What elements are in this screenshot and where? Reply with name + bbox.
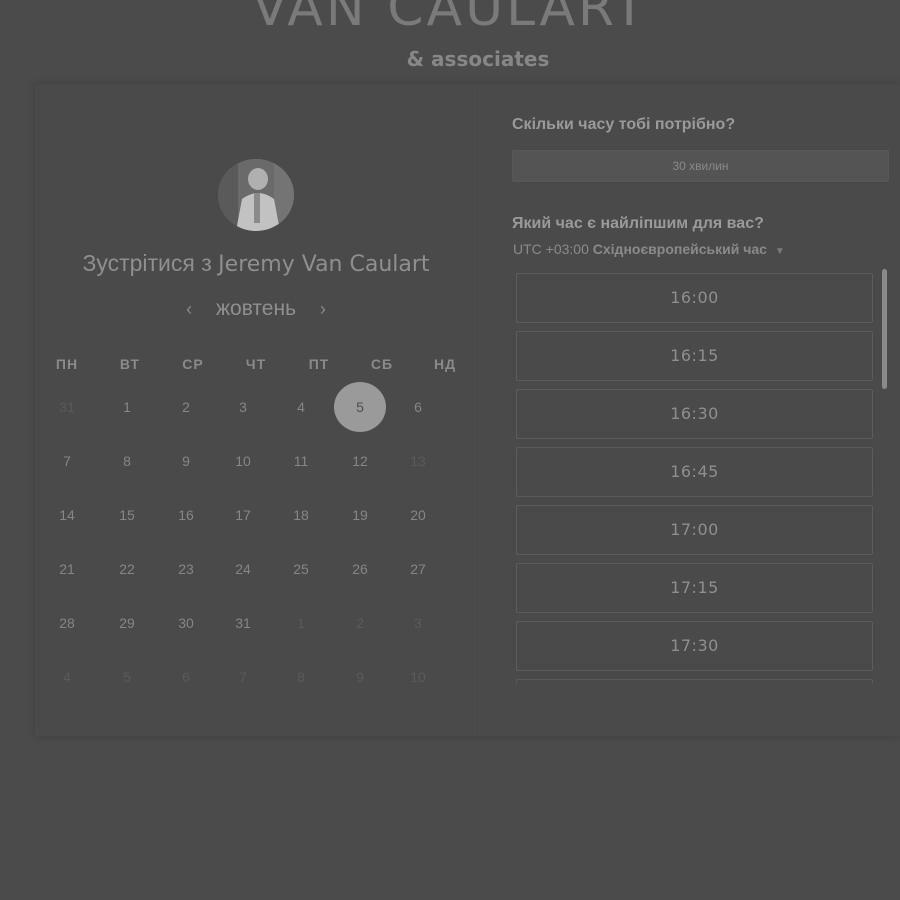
calendar-day: 10 (410, 669, 426, 685)
calendar-panel: Зустрітися з Jeremy Van Caulart ‹ жовтен… (35, 85, 477, 736)
time-slot-button[interactable]: 16:30 (516, 389, 873, 439)
chevron-left-icon[interactable]: ‹ (174, 299, 204, 320)
calendar-day: 3 (414, 615, 422, 631)
calendar-day-selected[interactable]: 5 (334, 382, 386, 432)
calendar-day[interactable]: 30 (166, 613, 206, 633)
weekday-label: ЧТ (245, 356, 267, 372)
calendar-day[interactable]: 16 (166, 505, 206, 525)
caret-down-icon: ▼ (774, 246, 785, 257)
host-avatar (218, 159, 294, 231)
time-panel: Скільки часу тобі потрібно? 30 хвилин Як… (478, 85, 900, 736)
weekday-label: НД (433, 356, 457, 372)
calendar-day[interactable]: 8 (107, 451, 147, 471)
title-prefix: Зустрітися з (82, 250, 212, 276)
calendar-day[interactable]: 4 (281, 397, 321, 417)
brand-title: VAN CAULART (251, 0, 649, 38)
calendar-day: 8 (297, 669, 305, 685)
duration-select[interactable]: 30 хвилин (512, 150, 889, 182)
duration-question: Скільки часу тобі потрібно? (512, 116, 736, 133)
calendar-day[interactable]: 21 (47, 559, 87, 579)
calendar-day[interactable]: 2 (166, 397, 206, 417)
calendar-day[interactable]: 20 (398, 505, 438, 525)
calendar-day[interactable]: 1 (107, 397, 147, 417)
calendar-day[interactable]: 27 (398, 559, 438, 579)
weekday-label: ПТ (308, 356, 330, 372)
booking-card: Зустрітися з Jeremy Van Caulart ‹ жовтен… (35, 84, 900, 736)
weekday-label: ПН (55, 356, 79, 372)
calendar-day: 9 (356, 669, 364, 685)
calendar-day[interactable]: 24 (223, 559, 263, 579)
calendar-day[interactable]: 6 (398, 397, 438, 417)
time-slot-list: 16:00 16:15 16:30 16:45 17:00 17:15 17:30 (516, 273, 876, 683)
calendar-day[interactable]: 9 (166, 451, 206, 471)
host-name: Jeremy Van Caulart (218, 252, 430, 277)
calendar-day: 6 (182, 669, 190, 685)
calendar-day[interactable]: 12 (340, 451, 380, 471)
calendar-day[interactable]: 7 (47, 451, 87, 471)
timezone-offset: UTC +03:00 (513, 241, 589, 257)
month-navigation: ‹ жовтень › (35, 297, 477, 321)
calendar-day[interactable]: 18 (281, 505, 321, 525)
calendar-day[interactable]: 10 (223, 451, 263, 471)
time-slot-button[interactable]: 17:30 (516, 621, 873, 671)
calendar-day[interactable]: 23 (166, 559, 206, 579)
time-slot-button[interactable]: 16:45 (516, 447, 873, 497)
booking-title: Зустрітися з Jeremy Van Caulart (35, 250, 477, 277)
scrollbar-thumb[interactable] (882, 269, 887, 389)
calendar-day[interactable]: 14 (47, 505, 87, 525)
calendar-day[interactable]: 25 (281, 559, 321, 579)
weekday-label: СБ (370, 356, 394, 372)
calendar-day[interactable]: 22 (107, 559, 147, 579)
calendar-day[interactable]: 15 (107, 505, 147, 525)
calendar-day: 1 (297, 615, 305, 631)
calendar-day: 5 (123, 669, 131, 685)
time-slot-button[interactable] (516, 679, 873, 683)
weekday-label: ВТ (119, 356, 141, 372)
chevron-right-icon[interactable]: › (308, 299, 338, 320)
calendar-day[interactable]: 28 (47, 613, 87, 633)
time-slot-button[interactable]: 16:00 (516, 273, 873, 323)
calendar-day[interactable]: 19 (340, 505, 380, 525)
calendar-day: 2 (356, 615, 364, 631)
calendar-day: 31 (59, 399, 75, 415)
avatar-photo (218, 159, 294, 231)
timezone-name: Східноєвропейський час (592, 241, 767, 257)
calendar-day[interactable]: 29 (107, 613, 147, 633)
brand-subtitle: & associates (406, 47, 550, 71)
timezone-selector[interactable]: UTC +03:00 Східноєвропейський час ▼ (513, 241, 785, 257)
calendar-day[interactable]: 17 (223, 505, 263, 525)
month-label: жовтень (215, 297, 297, 320)
time-slot-button[interactable]: 17:15 (516, 563, 873, 613)
time-slot-button[interactable]: 16:15 (516, 331, 873, 381)
calendar-day: 7 (239, 669, 247, 685)
calendar-day: 4 (63, 669, 71, 685)
calendar-day[interactable]: 3 (223, 397, 263, 417)
calendar-day[interactable]: 31 (223, 613, 263, 633)
calendar-day: 13 (410, 453, 426, 469)
weekday-label: СР (182, 356, 204, 372)
time-slot-button[interactable]: 17:00 (516, 505, 873, 555)
weekday-header: ПН ВТ СР ЧТ ПТ СБ НД (35, 356, 477, 376)
calendar-day[interactable]: 11 (281, 451, 321, 471)
time-question: Який час є найліпшим для вас? (512, 215, 764, 232)
calendar-day[interactable]: 26 (340, 559, 380, 579)
